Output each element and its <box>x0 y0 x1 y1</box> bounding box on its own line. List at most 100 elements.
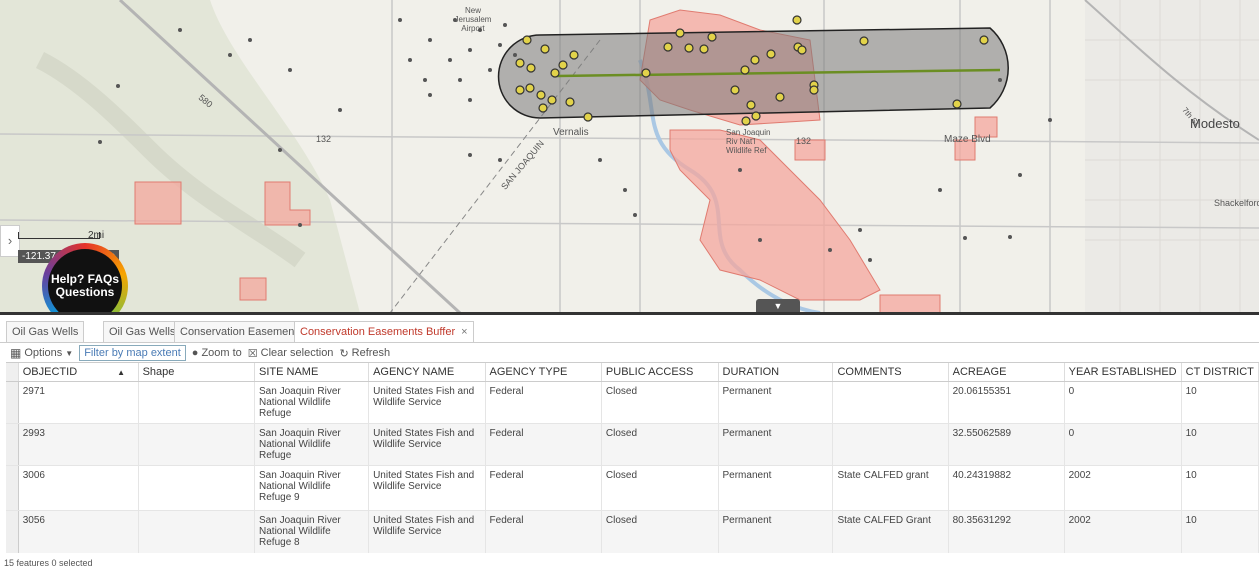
table-row[interactable]: 2993 San Joaquin River National Wildlife… <box>6 423 1259 466</box>
cell-comments <box>832 381 949 424</box>
row-select-cell[interactable] <box>6 510 19 553</box>
cell-acreage: 40.24319882 <box>948 465 1065 511</box>
cell-public-access: Closed <box>601 423 719 466</box>
cell-agency-name: United States Fish and Wildlife Service <box>368 423 486 466</box>
zoom-to-button[interactable]: ● Zoom to <box>192 347 242 359</box>
cell-objectid: 3006 <box>18 465 139 511</box>
layer-tabs: Oil Gas Wells Oil Gas Wells Conservation… <box>0 318 1259 343</box>
cell-public-access: Closed <box>601 381 719 424</box>
cell-agency-name: United States Fish and Wildlife Service <box>368 465 486 511</box>
row-select-cell[interactable] <box>6 381 19 424</box>
tab-oil-gas-wells-1[interactable]: Oil Gas Wells <box>6 321 85 342</box>
filter-by-map-extent-button[interactable]: Filter by map extent <box>79 345 186 361</box>
map-view[interactable]: Modesto Vernalis New Jerusalem Airport S… <box>0 0 1259 313</box>
sort-asc-icon: ▲ <box>117 368 126 377</box>
column-header-comments[interactable]: COMMENTS <box>832 363 949 382</box>
options-menu[interactable]: ▦ Options ▼ <box>10 346 73 360</box>
label-shackelford: Shackelford <box>1214 198 1259 208</box>
cell-site-name: San Joaquin River National Wildlife Refu… <box>254 465 370 511</box>
caret-down-icon: ▼ <box>65 348 74 358</box>
tab-conservation-easements-buffer[interactable]: Conservation Easements Buffer × <box>294 321 474 342</box>
cell-ct-district: 10 <box>1181 381 1259 424</box>
cell-duration: Permanent <box>718 381 834 424</box>
side-panel-toggle[interactable]: › <box>0 225 20 257</box>
column-header-acreage[interactable]: ACREAGE <box>948 363 1065 382</box>
grid-icon: ▦ <box>10 346 22 360</box>
refresh-button[interactable]: ↻ Refresh <box>339 347 390 360</box>
cell-objectid: 2993 <box>18 423 139 466</box>
cell-objectid: 3056 <box>18 510 139 553</box>
table-row[interactable]: 2971 San Joaquin River National Wildlife… <box>6 381 1259 424</box>
cell-agency-name: United States Fish and Wildlife Service <box>368 510 486 553</box>
cell-shape <box>138 510 256 553</box>
column-header-objectid[interactable]: OBJECTID ▲ <box>18 363 139 382</box>
scale-label: 2mi <box>88 230 105 241</box>
attribute-table: OBJECTID ▲ Shape SITE NAME AGENCY NAME AG… <box>6 362 1259 553</box>
cell-year-established: 2002 <box>1064 510 1182 553</box>
column-header-ct-district[interactable]: CT DISTRICT <box>1181 363 1259 382</box>
clear-selection-button[interactable]: ☒ Clear selection <box>248 347 334 360</box>
label-new-jerusalem-airport: New Jerusalem Airport <box>454 6 492 33</box>
tab-oil-gas-wells-2[interactable]: Oil Gas Wells <box>103 321 182 342</box>
cell-duration: Permanent <box>718 465 834 511</box>
collapse-table-toggle[interactable]: ▼ <box>756 299 800 313</box>
tab-conservation-easements[interactable]: Conservation Easements <box>174 321 309 342</box>
column-header-agency-type[interactable]: AGENCY TYPE <box>485 363 602 382</box>
select-all-cell[interactable] <box>6 363 19 382</box>
highway-label-132-east: 132 <box>796 136 812 146</box>
cell-year-established: 0 <box>1064 381 1182 424</box>
cell-duration: Permanent <box>718 510 834 553</box>
scale-bar: 2mi <box>18 230 104 241</box>
table-toolbar: ▦ Options ▼ Filter by map extent ● Zoom … <box>10 345 390 361</box>
cell-acreage: 80.35631292 <box>948 510 1065 553</box>
cell-comments: State CALFED grant <box>832 465 949 511</box>
cell-agency-name: United States Fish and Wildlife Service <box>368 381 486 424</box>
label-wildlife-refuge: San Joaquin Riv Nat'l Wildlife Ref <box>726 128 771 155</box>
cell-shape <box>138 381 256 424</box>
cell-site-name: San Joaquin River National Wildlife Refu… <box>254 381 370 424</box>
cell-year-established: 2002 <box>1064 465 1182 511</box>
column-header-public-access[interactable]: PUBLIC ACCESS <box>601 363 719 382</box>
column-header-site-name[interactable]: SITE NAME <box>254 363 370 382</box>
town-label-vernalis: Vernalis <box>553 127 589 138</box>
cell-public-access: Closed <box>601 510 719 553</box>
cell-duration: Permanent <box>718 423 834 466</box>
refresh-icon: ↻ <box>339 347 349 360</box>
map-table-divider[interactable] <box>0 312 1259 315</box>
cell-site-name: San Joaquin River National Wildlife Refu… <box>254 423 370 466</box>
clear-box-icon: ☒ <box>247 347 258 360</box>
highway-label-132: 132 <box>316 134 332 144</box>
cell-ct-district: 10 <box>1181 510 1259 553</box>
table-header-row: OBJECTID ▲ Shape SITE NAME AGENCY NAME AG… <box>6 363 1259 382</box>
column-header-year-established[interactable]: YEAR ESTABLISHED <box>1064 363 1182 382</box>
cell-shape <box>138 465 256 511</box>
close-tab-icon[interactable]: × <box>461 326 467 338</box>
road-label-maze-blvd: Maze Blvd <box>944 134 991 145</box>
cell-ct-district: 10 <box>1181 423 1259 466</box>
cell-agency-type: Federal <box>485 465 602 511</box>
cell-year-established: 0 <box>1064 423 1182 466</box>
cell-ct-district: 10 <box>1181 465 1259 511</box>
cell-public-access: Closed <box>601 465 719 511</box>
cell-shape <box>138 423 256 466</box>
cell-comments: State CALFED Grant <box>832 510 949 553</box>
help-faq-label: Help? FAQs Questions <box>48 249 122 313</box>
location-pin-icon: ● <box>191 347 199 359</box>
cell-agency-type: Federal <box>485 381 602 424</box>
cell-acreage: 20.06155351 <box>948 381 1065 424</box>
row-select-cell[interactable] <box>6 423 19 466</box>
cell-agency-type: Federal <box>485 510 602 553</box>
column-header-duration[interactable]: DURATION <box>718 363 834 382</box>
table-row[interactable]: 3006 San Joaquin River National Wildlife… <box>6 465 1259 511</box>
cell-site-name: San Joaquin River National Wildlife Refu… <box>254 510 370 553</box>
selection-status: 15 features 0 selected <box>4 558 93 568</box>
basemap <box>0 0 1259 313</box>
table-row[interactable]: 3056 San Joaquin River National Wildlife… <box>6 510 1259 553</box>
cell-agency-type: Federal <box>485 423 602 466</box>
cell-objectid: 2971 <box>18 381 139 424</box>
cell-comments <box>832 423 949 466</box>
cell-acreage: 32.55062589 <box>948 423 1065 466</box>
row-select-cell[interactable] <box>6 465 19 511</box>
column-header-agency-name[interactable]: AGENCY NAME <box>368 363 486 382</box>
column-header-shape[interactable]: Shape <box>138 363 256 382</box>
